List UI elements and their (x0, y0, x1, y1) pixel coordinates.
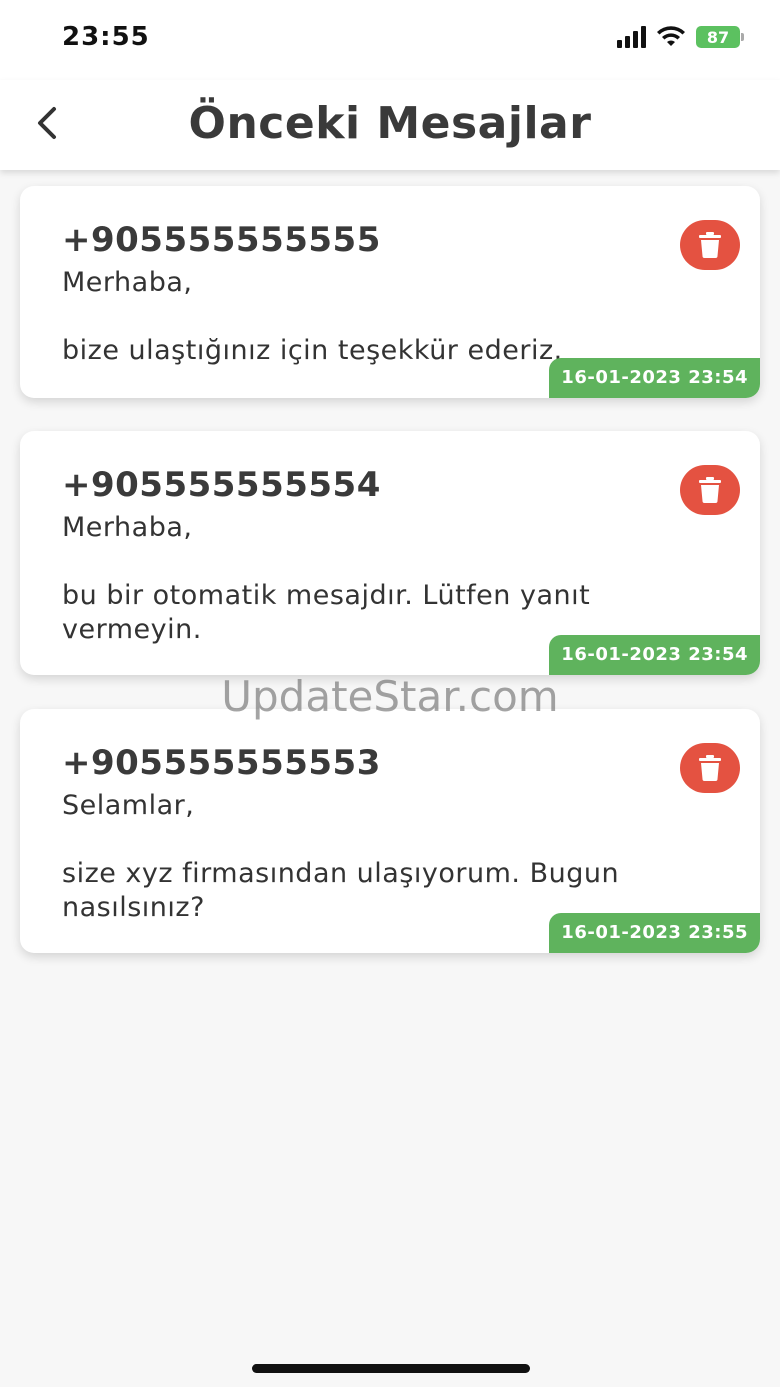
message-phone: +905555555553 (62, 743, 381, 783)
trash-icon (699, 232, 721, 258)
delete-button[interactable] (680, 220, 740, 270)
delete-button[interactable] (680, 743, 740, 793)
battery-level: 87 (696, 26, 740, 48)
message-text: Merhaba, bu bir otomatik mesajdır. Lütfe… (62, 512, 591, 645)
status-indicators: 87 (617, 26, 744, 48)
message-phone: +905555555554 (62, 465, 381, 505)
app-bar: Önceki Mesajlar (0, 80, 780, 170)
message-phone: +905555555555 (62, 220, 381, 260)
message-card[interactable]: +905555555554 Merhaba, bu bir otomatik m… (20, 431, 760, 675)
cellular-signal-icon (617, 26, 646, 48)
message-timestamp: 16-01-2023 23:55 (549, 913, 760, 953)
watermark: UpdateStar.com (221, 672, 559, 721)
page-title: Önceki Mesajlar (188, 98, 592, 149)
message-timestamp: 16-01-2023 23:54 (549, 635, 760, 675)
wifi-icon (657, 26, 685, 46)
message-card[interactable]: +905555555555 Merhaba, bize ulaştığınız … (20, 186, 760, 398)
battery-icon: 87 (696, 26, 744, 48)
delete-button[interactable] (680, 465, 740, 515)
message-timestamp: 16-01-2023 23:54 (549, 358, 760, 398)
message-card[interactable]: +905555555553 Selamlar, size xyz firması… (20, 709, 760, 953)
message-text: Selamlar, size xyz firmasından ulaşıyoru… (62, 790, 620, 923)
home-indicator[interactable] (252, 1364, 530, 1373)
status-bar: 23:55 87 (0, 0, 780, 80)
status-time: 23:55 (62, 22, 150, 52)
trash-icon (699, 477, 721, 503)
message-text: Merhaba, bize ulaştığınız için teşekkür … (62, 267, 563, 366)
trash-icon (699, 755, 721, 781)
